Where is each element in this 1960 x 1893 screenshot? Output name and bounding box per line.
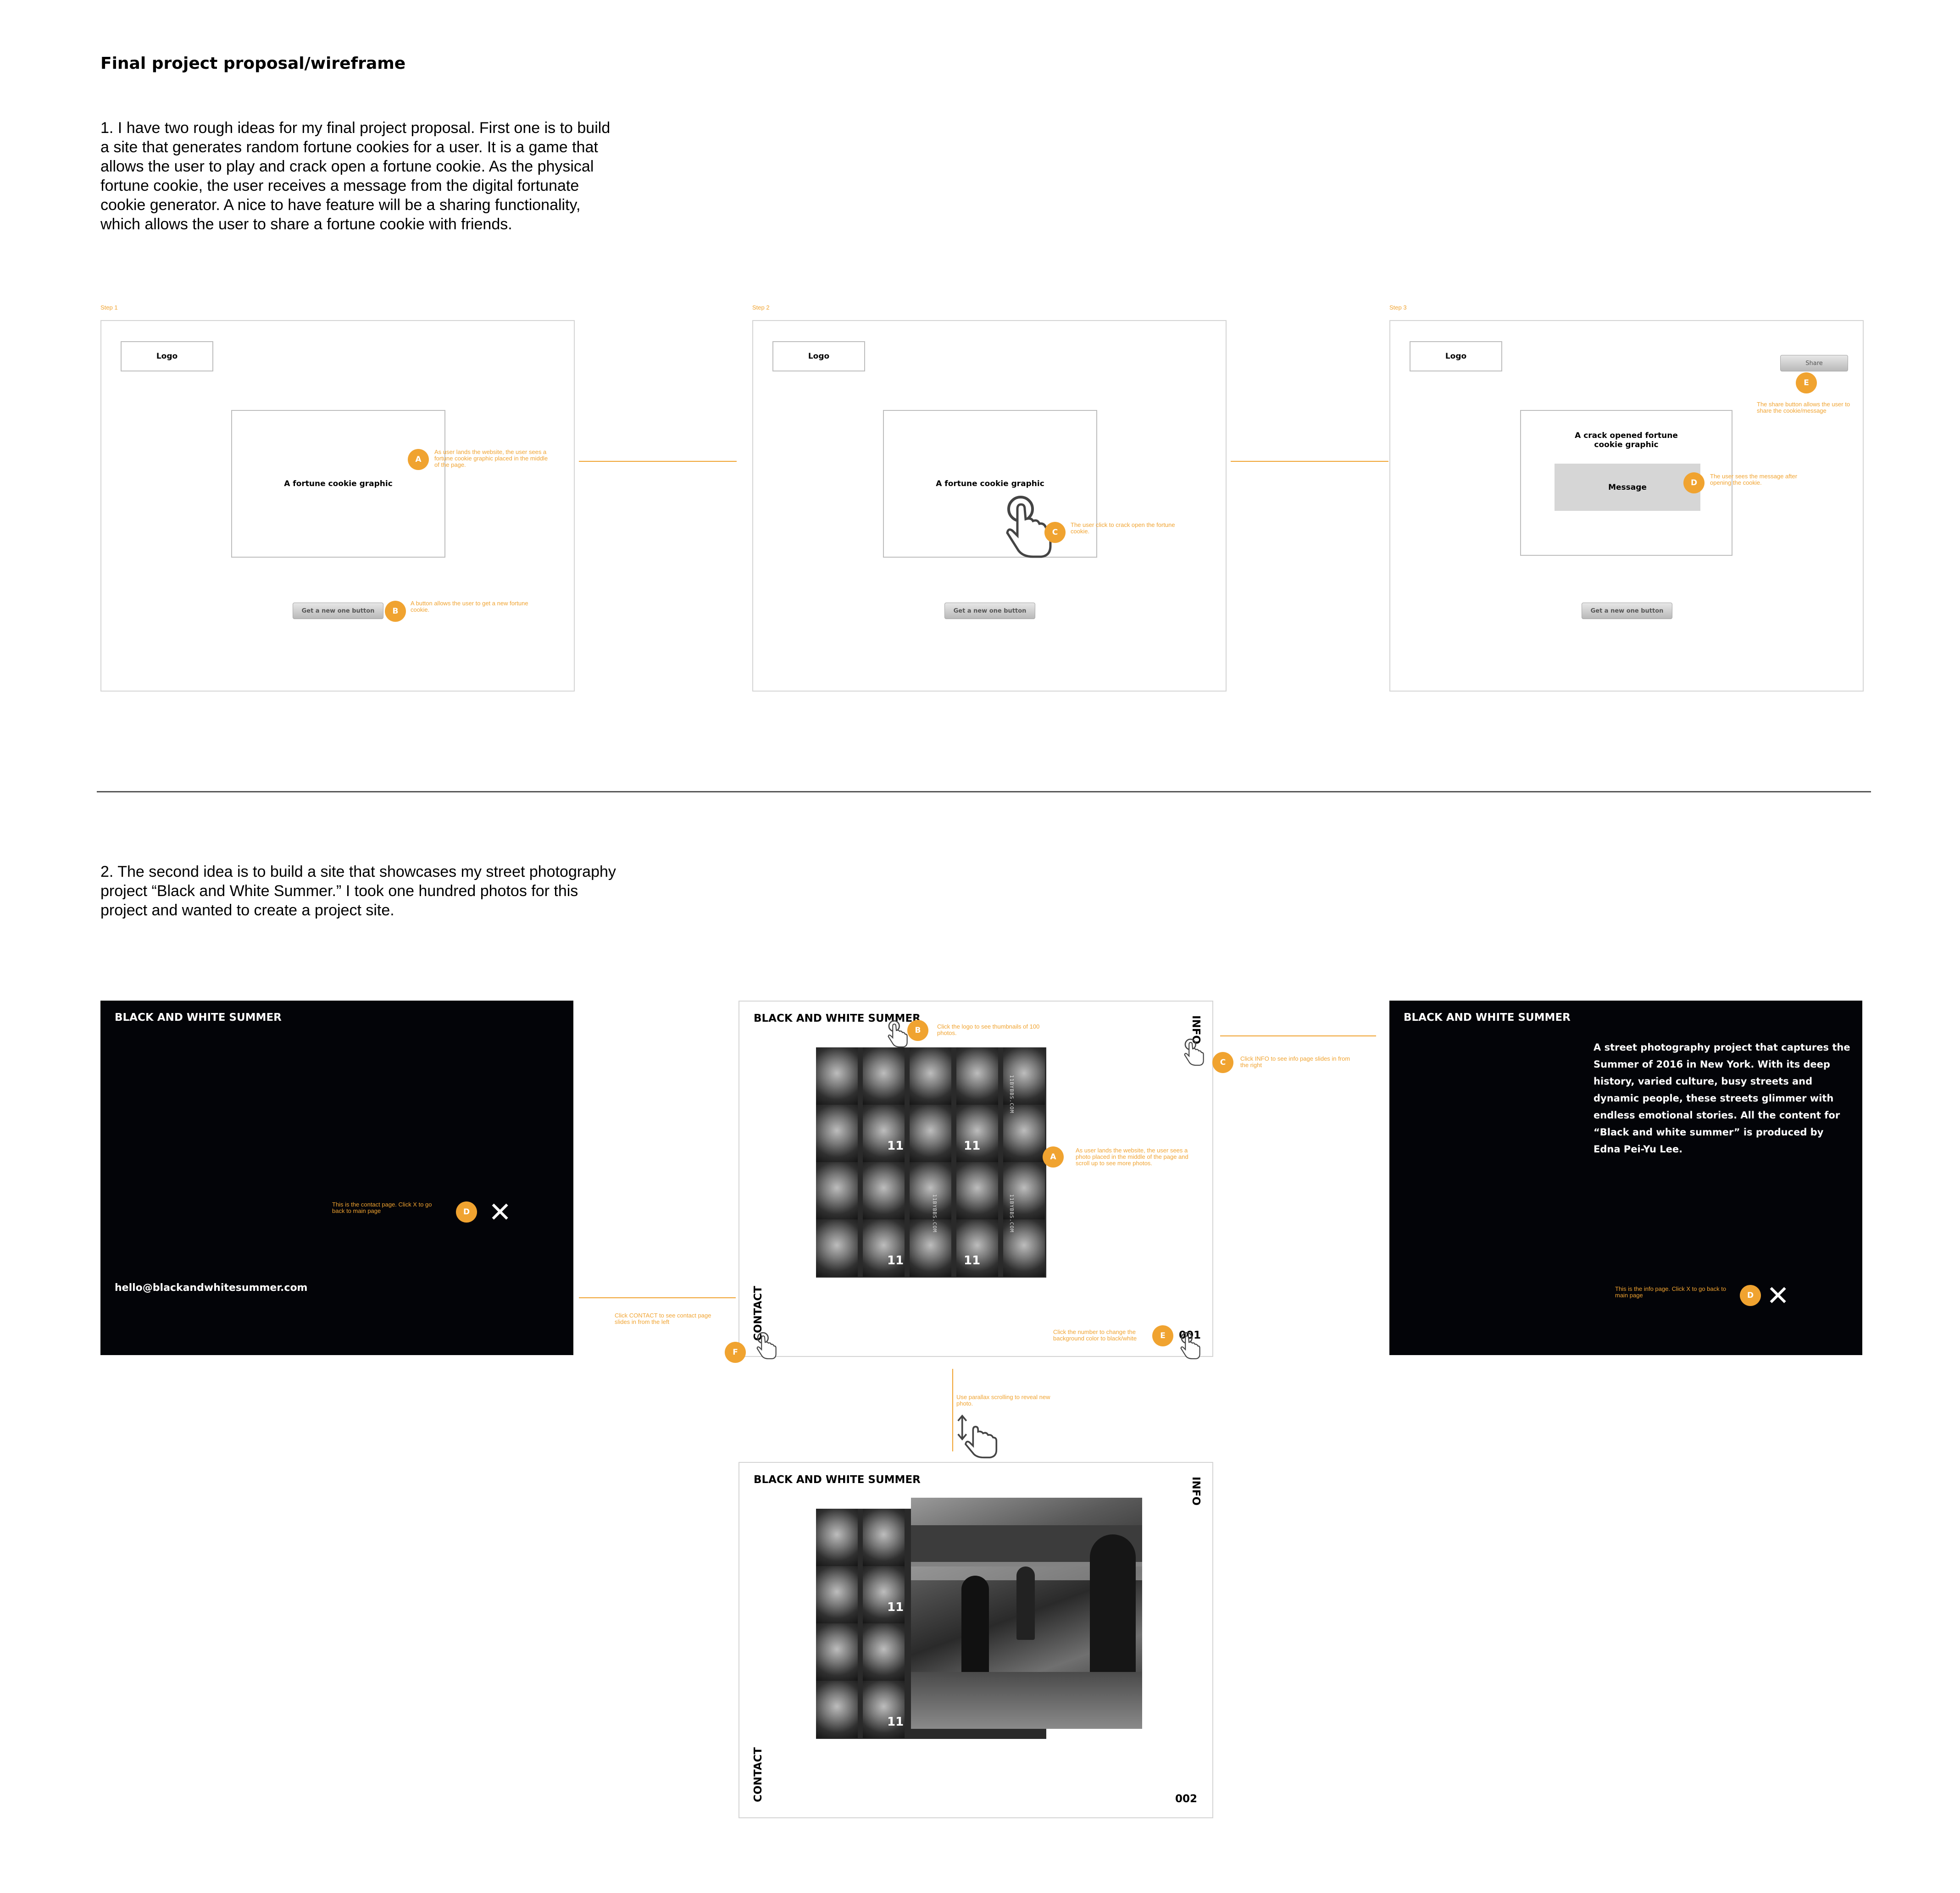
note-e: The share button allows the user to shar…: [1757, 401, 1850, 414]
get-new-button[interactable]: Get a new one button: [944, 603, 1035, 619]
cracked-cookie-label: A crack opened fortune cookie graphic: [1575, 431, 1678, 449]
hand-scroll-icon: [957, 1414, 998, 1459]
step3-label: Step 3: [1389, 304, 1407, 311]
site-title[interactable]: BLACK AND WHITE SUMMER: [754, 1474, 921, 1486]
hand-pointer-icon: [1184, 1038, 1204, 1066]
marker-f: F: [725, 1342, 746, 1363]
marker-a: A: [408, 449, 429, 470]
tile-number: 11: [887, 1254, 904, 1268]
hand-pointer-icon: [756, 1332, 777, 1360]
marker-c: C: [1044, 522, 1066, 543]
note-e: Click the number to change the backgroun…: [1053, 1328, 1137, 1342]
step2-label: Step 2: [752, 304, 770, 311]
flow-arrow-1: [579, 461, 737, 462]
tile-text: 11BYBBS.COM: [1009, 1075, 1015, 1113]
get-new-button[interactable]: Get a new one button: [1582, 603, 1672, 619]
tile-number: 11: [887, 1139, 904, 1153]
marker-d: D: [1683, 472, 1705, 493]
note-a: As user lands the website, the user sees…: [434, 448, 548, 468]
marker-e: E: [1796, 372, 1817, 393]
step3-frame: Logo A crack opened fortune cookie graph…: [1389, 320, 1864, 692]
step1-label: Step 1: [100, 304, 118, 311]
share-button[interactable]: Share: [1780, 355, 1848, 371]
note-a: As user lands the website, the user sees…: [1076, 1147, 1188, 1167]
close-icon[interactable]: ✕: [489, 1199, 511, 1226]
page-number[interactable]: 002: [1175, 1793, 1197, 1805]
tile-text: 11BYBBS.COM: [1009, 1194, 1015, 1233]
logo-box[interactable]: Logo: [1410, 341, 1502, 371]
main-page-002: BLACK AND WHITE SUMMER INFO CONTACT 002 …: [738, 1462, 1213, 1818]
marker-b: B: [385, 601, 406, 622]
fortune-cookie-graphic[interactable]: A fortune cookie graphic: [231, 410, 445, 558]
main-page-001: BLACK AND WHITE SUMMER INFO CONTACT 001 …: [725, 1001, 1233, 1363]
note-b: Click the logo to see thumbnails of 100 …: [937, 1023, 1040, 1036]
marker-c: C: [1212, 1052, 1233, 1073]
contact-link[interactable]: CONTACT: [752, 1747, 764, 1802]
note-d-contact: This is the contact page. Click X to go …: [332, 1201, 432, 1214]
tile-number: 11: [964, 1139, 981, 1153]
note-scroll: Use parallax scrolling to reveal new pho…: [956, 1394, 1050, 1407]
flow-arrow-contact: [579, 1297, 736, 1298]
marker-b: B: [907, 1020, 928, 1041]
logo-box[interactable]: Logo: [772, 341, 865, 371]
step2-frame: Logo A fortune cookie graphic Get a new …: [752, 320, 1227, 692]
idea1-description: 1. I have two rough ideas for my final p…: [100, 119, 611, 233]
hand-pointer-icon: [1180, 1332, 1200, 1360]
site-title[interactable]: BLACK AND WHITE SUMMER: [1404, 1012, 1571, 1024]
tile-text: 11BYBBS.COM: [932, 1194, 938, 1233]
page-title: Final project proposal/wireframe: [100, 54, 406, 73]
note-f: Click CONTACT to see contact page slides…: [615, 1312, 711, 1325]
contact-page: BLACK AND WHITE SUMMER hello@blackandwhi…: [100, 1001, 573, 1355]
hand-pointer-icon: [888, 1020, 908, 1048]
note-b: A button allows the user to get a new fo…: [411, 600, 528, 613]
info-description: A street photography project that captur…: [1594, 1042, 1850, 1155]
info-page: BLACK AND WHITE SUMMER A street photogra…: [1389, 1001, 1862, 1355]
flow-arrow-info: [1220, 1035, 1376, 1036]
tile-number: 11: [964, 1254, 981, 1268]
tile-number: 11: [887, 1715, 904, 1729]
tile-number: 11: [887, 1600, 904, 1614]
contact-email[interactable]: hello@blackandwhitesummer.com: [115, 1282, 307, 1294]
marker-a: A: [1043, 1146, 1064, 1168]
flow-arrow-2: [1231, 461, 1388, 462]
flow-arrow-scroll: [952, 1369, 953, 1451]
marker-d: D: [1740, 1285, 1761, 1306]
marker-d: D: [456, 1201, 477, 1223]
message-box: Message: [1555, 464, 1700, 511]
get-new-button[interactable]: Get a new one button: [293, 603, 383, 619]
note-c: The user click to crack open the fortune…: [1071, 521, 1175, 535]
street-photo[interactable]: [911, 1498, 1142, 1729]
site-title[interactable]: BLACK AND WHITE SUMMER: [115, 1012, 282, 1024]
logo-box[interactable]: Logo: [121, 341, 213, 371]
info-link[interactable]: INFO: [1190, 1477, 1202, 1506]
section-divider: [97, 791, 1871, 792]
marker-e: E: [1152, 1325, 1173, 1346]
note-d: The user sees the message after opening …: [1710, 473, 1798, 486]
photo-thumbnail-grid[interactable]: 11 11 11 11 11BYBBS.COM 11BYBBS.COM 11BY…: [816, 1047, 1046, 1278]
step1-frame: Logo A fortune cookie graphic Get a new …: [100, 320, 575, 692]
note-d-info: This is the info page. Click X to go bac…: [1615, 1285, 1727, 1299]
close-icon[interactable]: ✕: [1766, 1282, 1789, 1310]
idea2-description: 2. The second idea is to build a site th…: [100, 863, 616, 919]
note-c: Click INFO to see info page slides in fr…: [1240, 1055, 1350, 1068]
